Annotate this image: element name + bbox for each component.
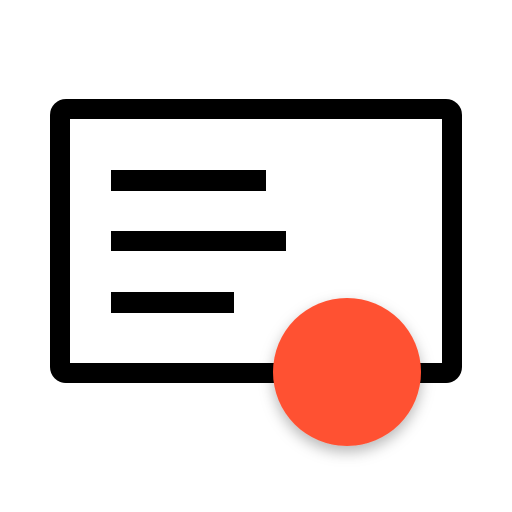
document-card-icon [50, 99, 462, 446]
app-icon [0, 0, 512, 512]
text-line-3 [111, 292, 234, 313]
notification-dot-icon [273, 298, 421, 446]
text-line-2 [111, 231, 286, 251]
text-line-1 [111, 170, 266, 191]
